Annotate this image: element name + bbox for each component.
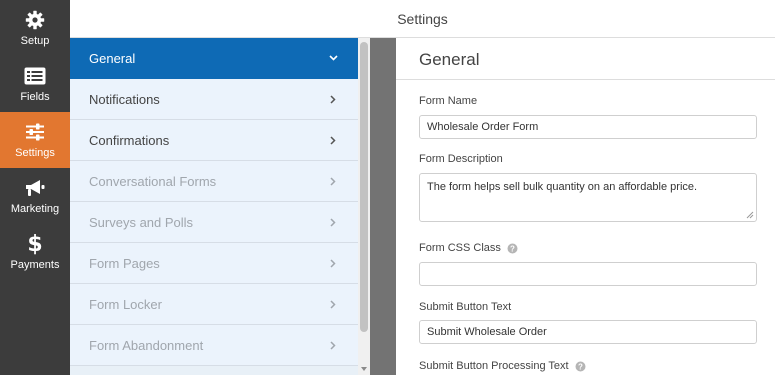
chevron-right-icon	[328, 217, 338, 227]
chevron-right-icon	[328, 299, 338, 309]
form-css-class-input[interactable]	[419, 262, 757, 286]
sidebar-item-label: Marketing	[10, 203, 60, 215]
sidebar-item-marketing[interactable]: Marketing	[0, 168, 70, 224]
form-description-label: Form Description	[419, 153, 503, 165]
form-name-value: Wholesale Order Form	[427, 121, 539, 133]
submit-button-text-label: Submit Button Text	[419, 301, 511, 313]
panel-item-label: Conversational Forms	[89, 173, 217, 189]
panel-item-label: General	[89, 50, 136, 66]
panel-item-label: Surveys and Polls	[89, 214, 194, 230]
form-description-label-text: Form Description	[419, 153, 503, 165]
top-header: Settings	[70, 0, 775, 38]
panel-item-label: Form Pages	[89, 255, 160, 271]
settings-panel-list: General Notifications Confirmations Conv…	[70, 38, 358, 375]
scrollbar-thumb[interactable]	[360, 42, 368, 332]
help-icon[interactable]: ?	[575, 361, 586, 372]
form-description-value: The form helps sell bulk quantity on an …	[427, 181, 698, 193]
panel-scrollbar[interactable]	[358, 38, 370, 375]
sidebar-item-setup[interactable]: Setup	[0, 0, 70, 56]
sidebar-item-fields[interactable]: Fields	[0, 56, 70, 112]
section-title: General	[419, 50, 480, 69]
submit-button-text-value: Submit Wholesale Order	[427, 326, 547, 338]
submit-processing-text-label-text: Submit Button Processing Text	[419, 360, 569, 372]
fields-list-icon	[24, 65, 46, 87]
svg-text:?: ?	[578, 362, 583, 371]
panel-item-surveys-and-polls[interactable]: Surveys and Polls	[70, 202, 358, 243]
help-icon[interactable]: ?	[507, 243, 518, 254]
panel-item-label: Form Locker	[89, 296, 162, 312]
chevron-right-icon	[328, 258, 338, 268]
scroll-down-arrow-icon[interactable]	[361, 366, 367, 372]
general-settings-form: General Form Name Wholesale Order Form F…	[396, 38, 775, 375]
panel-item-notifications[interactable]: Notifications	[70, 79, 358, 120]
panel-item-conversational-forms[interactable]: Conversational Forms	[70, 161, 358, 202]
panel-item-general[interactable]: General	[70, 38, 358, 79]
svg-text:?: ?	[510, 244, 515, 253]
sidebar-item-payments[interactable]: $ Payments	[0, 224, 70, 280]
panel-item-label: Confirmations	[89, 132, 170, 148]
submit-processing-text-label: Submit Button Processing Text ?	[419, 360, 586, 372]
chevron-right-icon	[328, 176, 338, 186]
submit-button-text-input[interactable]: Submit Wholesale Order	[419, 320, 757, 344]
chevron-down-icon	[328, 53, 338, 63]
chevron-right-icon	[328, 340, 338, 350]
submit-button-text-label-text: Submit Button Text	[419, 301, 512, 313]
form-css-class-label: Form CSS Class ?	[419, 242, 518, 254]
sidebar-item-label: Setup	[20, 35, 50, 47]
panel-item-label: Notifications	[89, 91, 160, 107]
panel-item-form-pages[interactable]: Form Pages	[70, 243, 358, 284]
sidebar-item-label: Payments	[10, 259, 60, 271]
page-title: Settings	[397, 10, 448, 27]
sidebar-item-settings[interactable]: Settings	[0, 112, 70, 168]
gear-icon	[25, 9, 45, 31]
panel-item-label: Form Abandonment	[89, 337, 204, 353]
dollar-icon: $	[27, 231, 43, 257]
panel-item-form-locker[interactable]: Form Locker	[70, 284, 358, 325]
form-css-class-label-text: Form CSS Class	[419, 242, 501, 254]
section-divider	[396, 79, 775, 80]
megaphone-icon	[24, 177, 46, 199]
chevron-right-icon	[328, 94, 338, 104]
sliders-icon	[25, 121, 45, 143]
chevron-right-icon	[328, 135, 338, 145]
form-name-label-text: Form Name	[419, 95, 478, 107]
form-name-label: Form Name	[419, 95, 477, 107]
sidebar-item-label: Settings	[15, 147, 55, 159]
builder-sidebar: Setup Fields Settings Marketing $ Paymen…	[0, 0, 70, 375]
form-name-input[interactable]: Wholesale Order Form	[419, 115, 757, 139]
panel-item-form-abandonment[interactable]: Form Abandonment	[70, 325, 358, 366]
panel-divider	[370, 38, 396, 375]
resize-handle-icon[interactable]	[746, 211, 754, 219]
form-description-textarea[interactable]: The form helps sell bulk quantity on an …	[419, 173, 757, 222]
panel-item-confirmations[interactable]: Confirmations	[70, 120, 358, 161]
sidebar-item-label: Fields	[20, 91, 50, 103]
